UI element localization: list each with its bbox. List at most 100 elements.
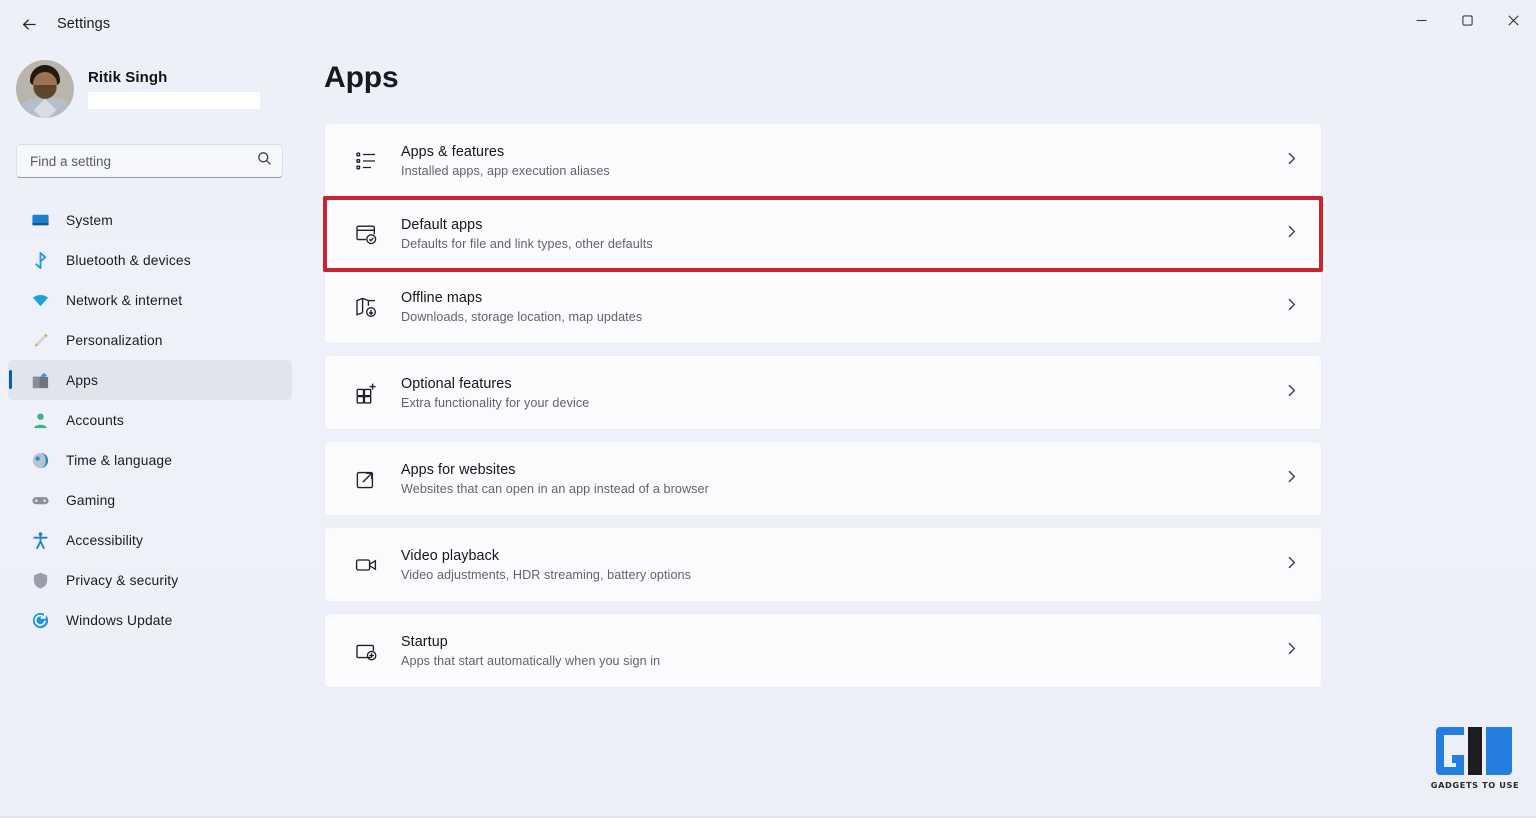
sidebar: Ritik Singh System Bluetooth & devices Net…	[0, 48, 300, 818]
accessibility-icon	[30, 530, 50, 550]
settings-card-group: Optional features Extra functionality for…	[324, 355, 1322, 430]
settings-card-group: Startup Apps that start automatically whe…	[324, 613, 1322, 688]
chevron-right-icon[interactable]	[1284, 555, 1299, 575]
globe-clock-icon	[30, 450, 50, 470]
settings-row-subtitle: Apps that start automatically when you s…	[401, 653, 661, 668]
settings-row-optional-features[interactable]: Optional features Extra functionality for…	[325, 356, 1321, 429]
chevron-right-icon[interactable]	[1284, 297, 1299, 317]
settings-window: Settings Ritik Singh Find a setting Syst…	[0, 0, 1536, 818]
sidebar-item-label: Bluetooth & devices	[66, 252, 191, 268]
sidebar-item-gaming[interactable]: Gaming	[8, 480, 292, 520]
settings-row-title: Video playback	[401, 547, 500, 564]
sidebar-item-accessibility[interactable]: Accessibility	[8, 520, 292, 560]
bluetooth-icon	[30, 250, 50, 270]
sidebar-item-label: Gaming	[66, 492, 116, 508]
settings-row-subtitle: Downloads, storage location, map updates	[401, 310, 643, 324]
video-camera-icon	[353, 552, 379, 578]
maximize-icon	[1461, 14, 1473, 26]
sidebar-item-label: Network & internet	[66, 292, 183, 308]
sidebar-item-label: Time & language	[66, 452, 173, 468]
external-link-icon	[353, 466, 379, 492]
window-controls	[1398, 0, 1536, 40]
settings-card-list: Apps & features Installed apps, app execu…	[323, 123, 1323, 688]
settings-row-title: Default apps	[401, 217, 483, 233]
back-button[interactable]	[12, 7, 46, 41]
maximize-button[interactable]	[1444, 0, 1490, 40]
apps-icon	[30, 370, 50, 390]
gadgets-to-use-logo-icon	[1436, 727, 1512, 775]
account-section[interactable]: Ritik Singh	[16, 56, 300, 122]
minimize-icon	[1416, 19, 1426, 21]
chevron-right-icon[interactable]	[1284, 224, 1299, 244]
search-box[interactable]	[16, 144, 283, 178]
settings-row-offline-maps[interactable]: Offline maps Downloads, storage location,…	[325, 270, 1321, 343]
shield-icon	[30, 570, 50, 590]
grid-plus-icon	[353, 380, 379, 406]
chevron-right-icon[interactable]	[1284, 383, 1299, 403]
settings-row-startup[interactable]: Startup Apps that start automatically whe…	[325, 614, 1321, 687]
chevron-right-icon[interactable]	[1284, 641, 1299, 661]
settings-row-title: Startup	[401, 633, 448, 650]
search-icon	[257, 151, 272, 171]
sidebar-item-label: Accessibility	[66, 532, 144, 548]
settings-row-subtitle: Defaults for file and link types, other …	[401, 237, 653, 251]
account-email-redacted	[88, 92, 260, 109]
watermark: GADGETS TO USE	[1428, 725, 1522, 790]
sidebar-item-windows-update[interactable]: Windows Update	[8, 600, 292, 640]
map-download-icon	[353, 294, 379, 320]
sidebar-nav: System Bluetooth & devices Network & inter…	[0, 200, 300, 640]
settings-row-title: Apps & features	[401, 143, 505, 160]
minimize-button[interactable]	[1398, 0, 1444, 40]
sidebar-item-personalization[interactable]: Personalization	[8, 320, 292, 360]
sidebar-item-label: Privacy & security	[66, 572, 179, 588]
chevron-right-icon[interactable]	[1284, 469, 1299, 489]
sidebar-item-bluetooth-devices[interactable]: Bluetooth & devices	[8, 240, 292, 280]
title-bar: Settings	[0, 0, 1536, 48]
settings-card-group: Apps for websites Websites that can open …	[324, 441, 1322, 516]
avatar	[16, 60, 74, 118]
settings-row-apps-for-websites[interactable]: Apps for websites Websites that can open …	[325, 442, 1321, 515]
window-title: Settings	[57, 16, 111, 32]
search-input[interactable]	[30, 153, 257, 169]
settings-card-group: Video playback Video adjustments, HDR str…	[324, 527, 1322, 602]
list-icon	[353, 148, 379, 174]
sidebar-item-time-language[interactable]: Time & language	[8, 440, 292, 480]
back-arrow-icon	[22, 18, 36, 30]
sidebar-item-apps[interactable]: Apps	[8, 360, 292, 400]
sidebar-item-privacy-security[interactable]: Privacy & security	[8, 560, 292, 600]
sidebar-item-network-internet[interactable]: Network & internet	[8, 280, 292, 320]
wifi-icon	[30, 290, 50, 310]
settings-row-subtitle: Extra functionality for your device	[401, 395, 590, 410]
settings-row-title: Apps for websites	[401, 461, 516, 478]
main-content: Apps Apps & features Installed apps, app …	[300, 48, 1536, 818]
chevron-right-icon[interactable]	[1284, 151, 1299, 171]
paintbrush-icon	[30, 330, 50, 350]
settings-row-subtitle: Installed apps, app execution aliases	[401, 163, 610, 178]
close-button[interactable]	[1490, 0, 1536, 40]
settings-row-default-apps[interactable]: Default apps Defaults for file and link t…	[323, 196, 1323, 272]
settings-row-subtitle: Websites that can open in an app instead…	[401, 481, 709, 496]
sidebar-item-system[interactable]: System	[8, 200, 292, 240]
settings-card-group: Apps & features Installed apps, app execu…	[323, 123, 1323, 344]
settings-row-title: Optional features	[401, 375, 512, 392]
startup-icon	[353, 638, 379, 664]
gamepad-icon	[30, 490, 50, 510]
sidebar-item-accounts[interactable]: Accounts	[8, 400, 292, 440]
window-check-icon	[353, 221, 379, 247]
sidebar-item-label: Personalization	[66, 332, 163, 348]
settings-row-video-playback[interactable]: Video playback Video adjustments, HDR str…	[325, 528, 1321, 601]
sidebar-item-label: Accounts	[66, 412, 124, 428]
sidebar-item-label: Apps	[66, 372, 99, 388]
sidebar-item-label: System	[66, 212, 113, 228]
watermark-text: GADGETS TO USE	[1430, 780, 1520, 790]
settings-row-title: Offline maps	[401, 290, 483, 306]
sidebar-item-label: Windows Update	[66, 612, 173, 628]
settings-row-apps-features[interactable]: Apps & features Installed apps, app execu…	[325, 124, 1321, 197]
update-icon	[30, 610, 50, 630]
page-title: Apps	[324, 61, 399, 94]
close-icon	[1507, 14, 1519, 26]
monitor-icon	[30, 210, 50, 230]
person-icon	[30, 410, 50, 430]
settings-row-subtitle: Video adjustments, HDR streaming, batter…	[401, 567, 691, 582]
account-name: Ritik Singh	[88, 69, 168, 86]
